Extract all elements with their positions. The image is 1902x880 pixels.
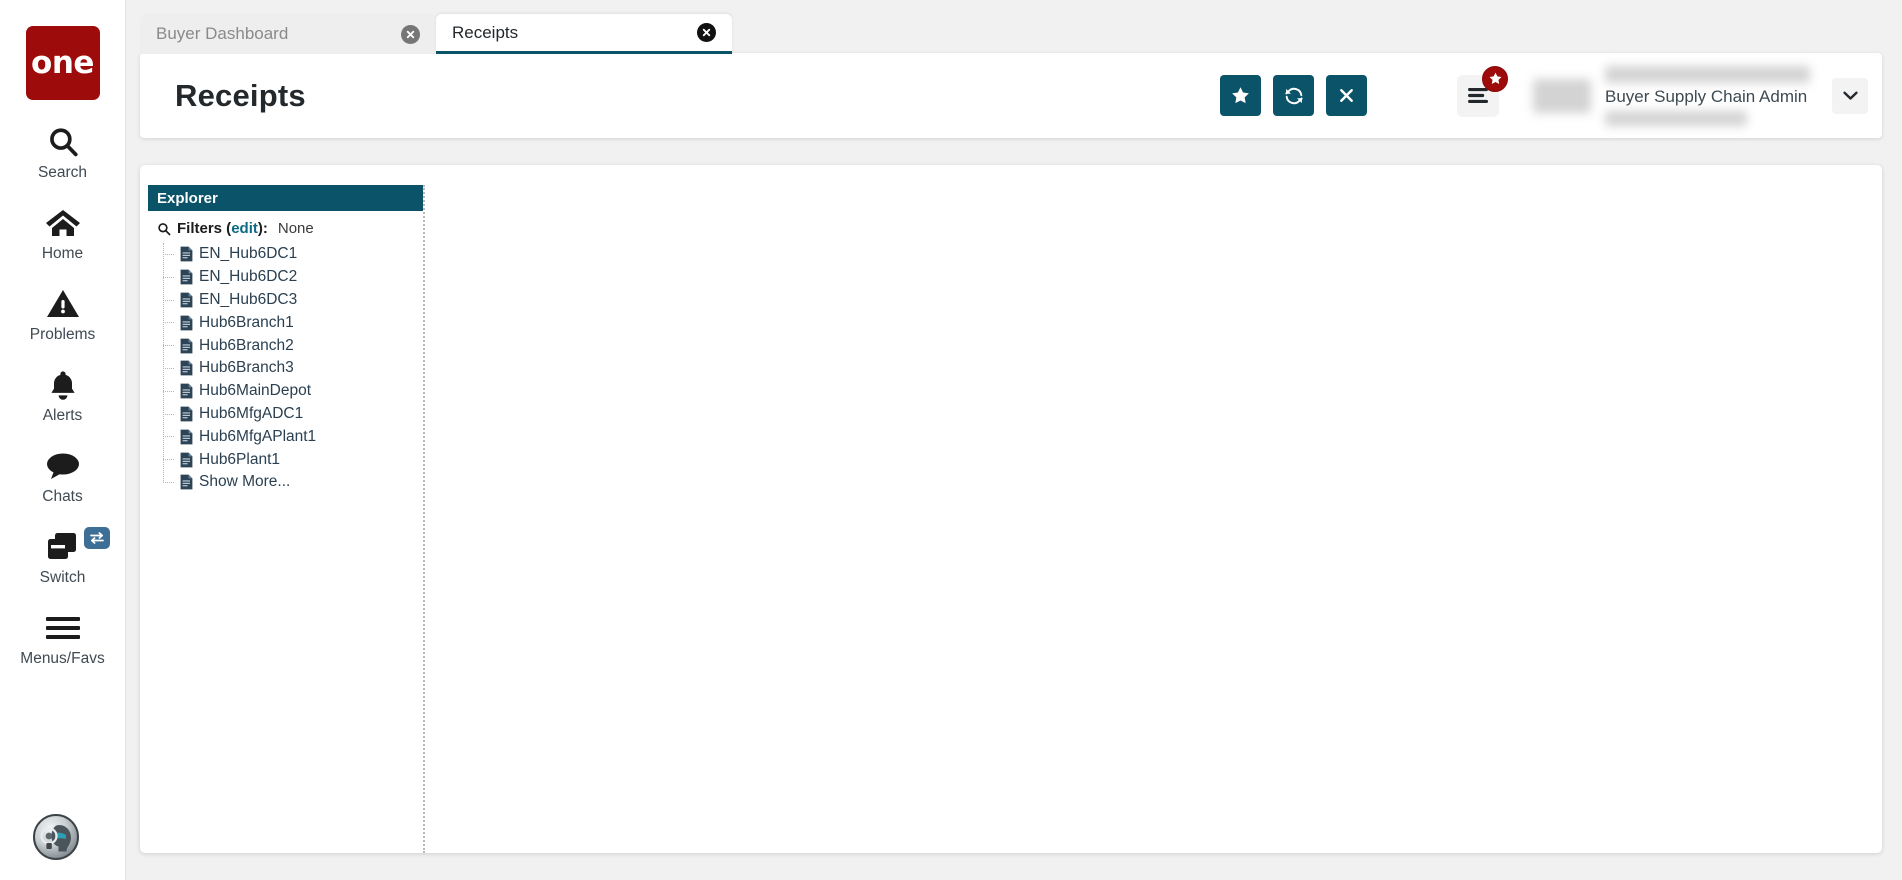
tree-item-label: Hub6MfgAPlant1	[199, 427, 317, 445]
tree-item[interactable]: Hub6Branch1	[160, 311, 423, 334]
close-button[interactable]	[1326, 75, 1367, 116]
bell-icon	[48, 367, 78, 403]
document-icon	[180, 474, 193, 490]
header-action-buttons	[1220, 75, 1367, 116]
document-icon	[180, 269, 193, 285]
document-icon	[180, 360, 193, 376]
user-role-label: Buyer Supply Chain Admin	[1605, 86, 1808, 106]
switch-toggle-badge[interactable]	[83, 527, 110, 550]
explorer-header: Explorer	[148, 185, 423, 211]
tree-item[interactable]: Hub6MainDepot	[160, 380, 423, 403]
hamburger-icon	[45, 610, 81, 646]
document-icon	[180, 246, 193, 262]
tab-close-icon[interactable]	[401, 24, 420, 44]
rail-item-label: Home	[41, 245, 84, 263]
tree-item-label: Hub6MainDepot	[199, 382, 312, 400]
filters-row: Filters ( edit ): None	[148, 211, 423, 243]
document-icon	[180, 292, 193, 308]
rail-item-search[interactable]: Search	[0, 100, 126, 181]
rail-item-home[interactable]: Home	[0, 181, 126, 262]
user-org-redacted	[1605, 110, 1747, 126]
document-icon	[180, 315, 193, 331]
rail-item-label: Alerts	[42, 407, 83, 425]
brand-logo[interactable]: one	[25, 26, 100, 100]
tree-item[interactable]: Hub6MfgADC1	[160, 403, 423, 426]
tab-label: Buyer Dashboard	[156, 24, 289, 43]
rail-item-label: Switch	[39, 569, 86, 587]
assistant-avatar-icon[interactable]	[33, 814, 79, 860]
rail-item-label: Problems	[29, 326, 96, 344]
windows-stack-icon	[46, 529, 80, 565]
tree-item[interactable]: Hub6Branch3	[160, 357, 423, 380]
tree-item[interactable]: Hub6Branch2	[160, 334, 423, 357]
rail-item-label: Chats	[42, 488, 83, 506]
main-content-card: Explorer Filters ( edit ): None EN_Hub6D…	[140, 165, 1882, 853]
tree-item[interactable]: Hub6Plant1	[160, 448, 423, 471]
rail-item-problems[interactable]: Problems	[0, 262, 126, 343]
explorer-title: Explorer	[157, 189, 218, 207]
document-icon	[180, 429, 193, 445]
tree-item-label: Show More...	[199, 473, 291, 491]
tab-receipts[interactable]: Receipts	[436, 14, 732, 54]
user-dropdown-button[interactable]	[1832, 77, 1868, 114]
tree-item-label: EN_Hub6DC3	[199, 290, 298, 308]
filters-label: Filters (	[177, 220, 232, 237]
filters-label-end: ):	[257, 220, 268, 237]
tree-item-label: Hub6Branch1	[199, 313, 294, 331]
document-icon	[180, 406, 193, 422]
browser-tab-strip: Buyer Dashboard Receipts	[140, 14, 732, 54]
tab-close-icon[interactable]	[697, 23, 716, 42]
explorer-tree: EN_Hub6DC1 EN_Hub6DC2 EN_Hub6DC3 Hub6Bra…	[148, 243, 423, 494]
page-header-card: Receipts Buyer Supply Chain Admin	[140, 53, 1882, 138]
search-icon	[157, 222, 171, 236]
rail-item-chats[interactable]: Chats	[0, 424, 126, 505]
rail-item-switch[interactable]: Switch	[0, 505, 126, 586]
document-icon	[180, 383, 193, 399]
tree-item-label: EN_Hub6DC2	[199, 268, 298, 286]
tree-item-show-more[interactable]: Show More...	[160, 471, 423, 494]
avatar	[1533, 78, 1591, 113]
rail-item-label: Menus/Favs	[20, 650, 105, 668]
tree-item[interactable]: Hub6MfgAPlant1	[160, 425, 423, 448]
user-name-redacted	[1605, 65, 1810, 83]
rail-item-alerts[interactable]: Alerts	[0, 343, 126, 424]
tree-item-label: EN_Hub6DC1	[199, 245, 298, 263]
brand-wordmark: one	[31, 44, 94, 81]
favorites-badge	[1482, 65, 1508, 92]
tree-item-label: Hub6Branch2	[199, 336, 294, 354]
favorite-button[interactable]	[1220, 75, 1261, 116]
chat-bubble-icon	[45, 448, 81, 484]
user-profile-block[interactable]: Buyer Supply Chain Admin	[1533, 65, 1868, 126]
filters-value: None	[277, 220, 314, 237]
user-text-column: Buyer Supply Chain Admin	[1605, 65, 1810, 126]
tree-item-label: Hub6Branch3	[199, 359, 294, 377]
tree-item-label: Hub6Plant1	[199, 450, 281, 468]
document-icon	[180, 452, 193, 468]
rail-item-menus-favs[interactable]: Menus/Favs	[0, 586, 126, 667]
menus-favs-button[interactable]	[1457, 65, 1508, 117]
left-navigation-rail: one Search Home Problems Alerts Chats Sw…	[0, 0, 126, 880]
page-title: Receipts	[175, 77, 306, 113]
tree-item[interactable]: EN_Hub6DC2	[160, 266, 423, 289]
tree-item[interactable]: EN_Hub6DC1	[160, 243, 423, 266]
tree-item-label: Hub6MfgADC1	[199, 404, 304, 422]
warning-triangle-icon	[46, 286, 80, 322]
tab-label: Receipts	[452, 22, 519, 42]
search-icon	[46, 124, 80, 160]
tree-item[interactable]: EN_Hub6DC3	[160, 289, 423, 312]
rail-item-label: Search	[37, 164, 88, 181]
refresh-button[interactable]	[1273, 75, 1314, 116]
tab-buyer-dashboard[interactable]: Buyer Dashboard	[140, 14, 436, 54]
home-icon	[45, 205, 81, 241]
filters-edit-link[interactable]: edit	[231, 220, 258, 237]
header-right-cluster: Buyer Supply Chain Admin	[1457, 65, 1868, 126]
explorer-panel: Explorer Filters ( edit ): None EN_Hub6D…	[148, 185, 425, 853]
document-icon	[180, 338, 193, 354]
